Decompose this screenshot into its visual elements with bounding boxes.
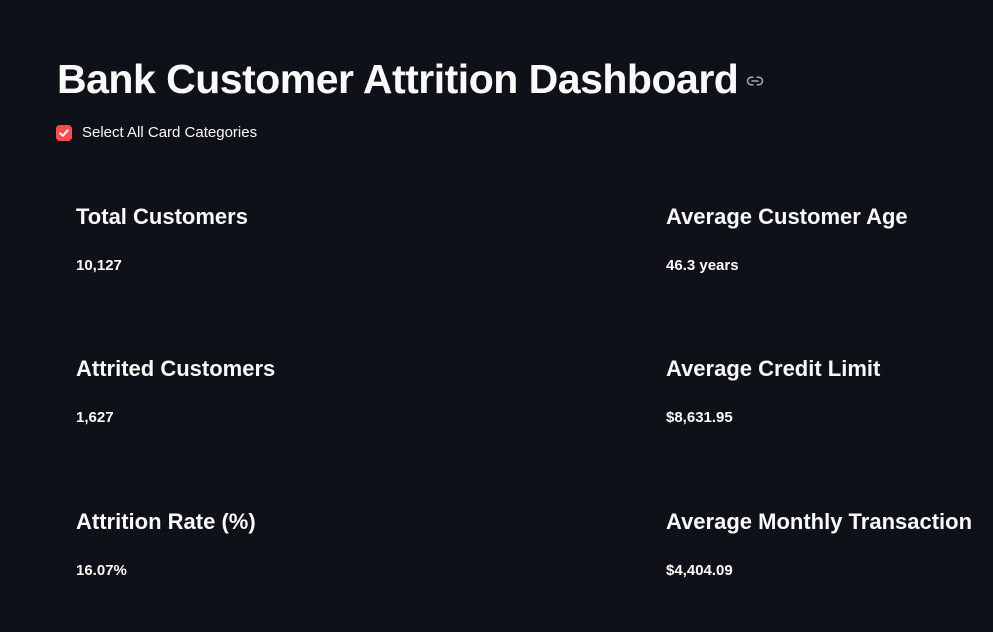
metric-average-customer-age: Average Customer Age 46.3 years	[666, 204, 908, 275]
metric-value: $4,404.09	[666, 562, 733, 579]
metric-attrited-customers: Attrited Customers 1,627	[76, 356, 275, 427]
select-all-card-categories-checkbox[interactable]: Select All Card Categories	[56, 124, 257, 141]
metric-value: 10,127	[76, 257, 122, 274]
metric-title: Attrition Rate (%)	[76, 509, 256, 534]
metric-value: $8,631.95	[666, 409, 733, 426]
metric-total-customers: Total Customers 10,127	[76, 204, 248, 275]
metric-attrition-rate: Attrition Rate (%) 16.07%	[76, 509, 256, 580]
metric-average-monthly-transaction: Average Monthly Transaction $4,404.09	[666, 509, 972, 580]
metric-title: Average Credit Limit	[666, 356, 881, 381]
metric-value: 46.3 years	[666, 257, 739, 274]
link-icon[interactable]	[746, 72, 764, 90]
metric-title: Average Customer Age	[666, 204, 908, 229]
page-title: Bank Customer Attrition Dashboard	[57, 56, 739, 102]
dashboard-page: Bank Customer Attrition Dashboard Select…	[0, 0, 993, 632]
metric-value: 1,627	[76, 409, 114, 426]
metric-average-credit-limit: Average Credit Limit $8,631.95	[666, 356, 880, 427]
checkbox-checked-icon[interactable]	[56, 124, 72, 141]
checkbox-label: Select All Card Categories	[82, 124, 258, 141]
metric-title: Attrited Customers	[76, 356, 276, 381]
page-header: Bank Customer Attrition Dashboard	[57, 56, 764, 102]
metric-title: Average Monthly Transaction	[666, 509, 973, 534]
metric-title: Total Customers	[76, 204, 248, 229]
metric-value: 16.07%	[76, 562, 127, 579]
